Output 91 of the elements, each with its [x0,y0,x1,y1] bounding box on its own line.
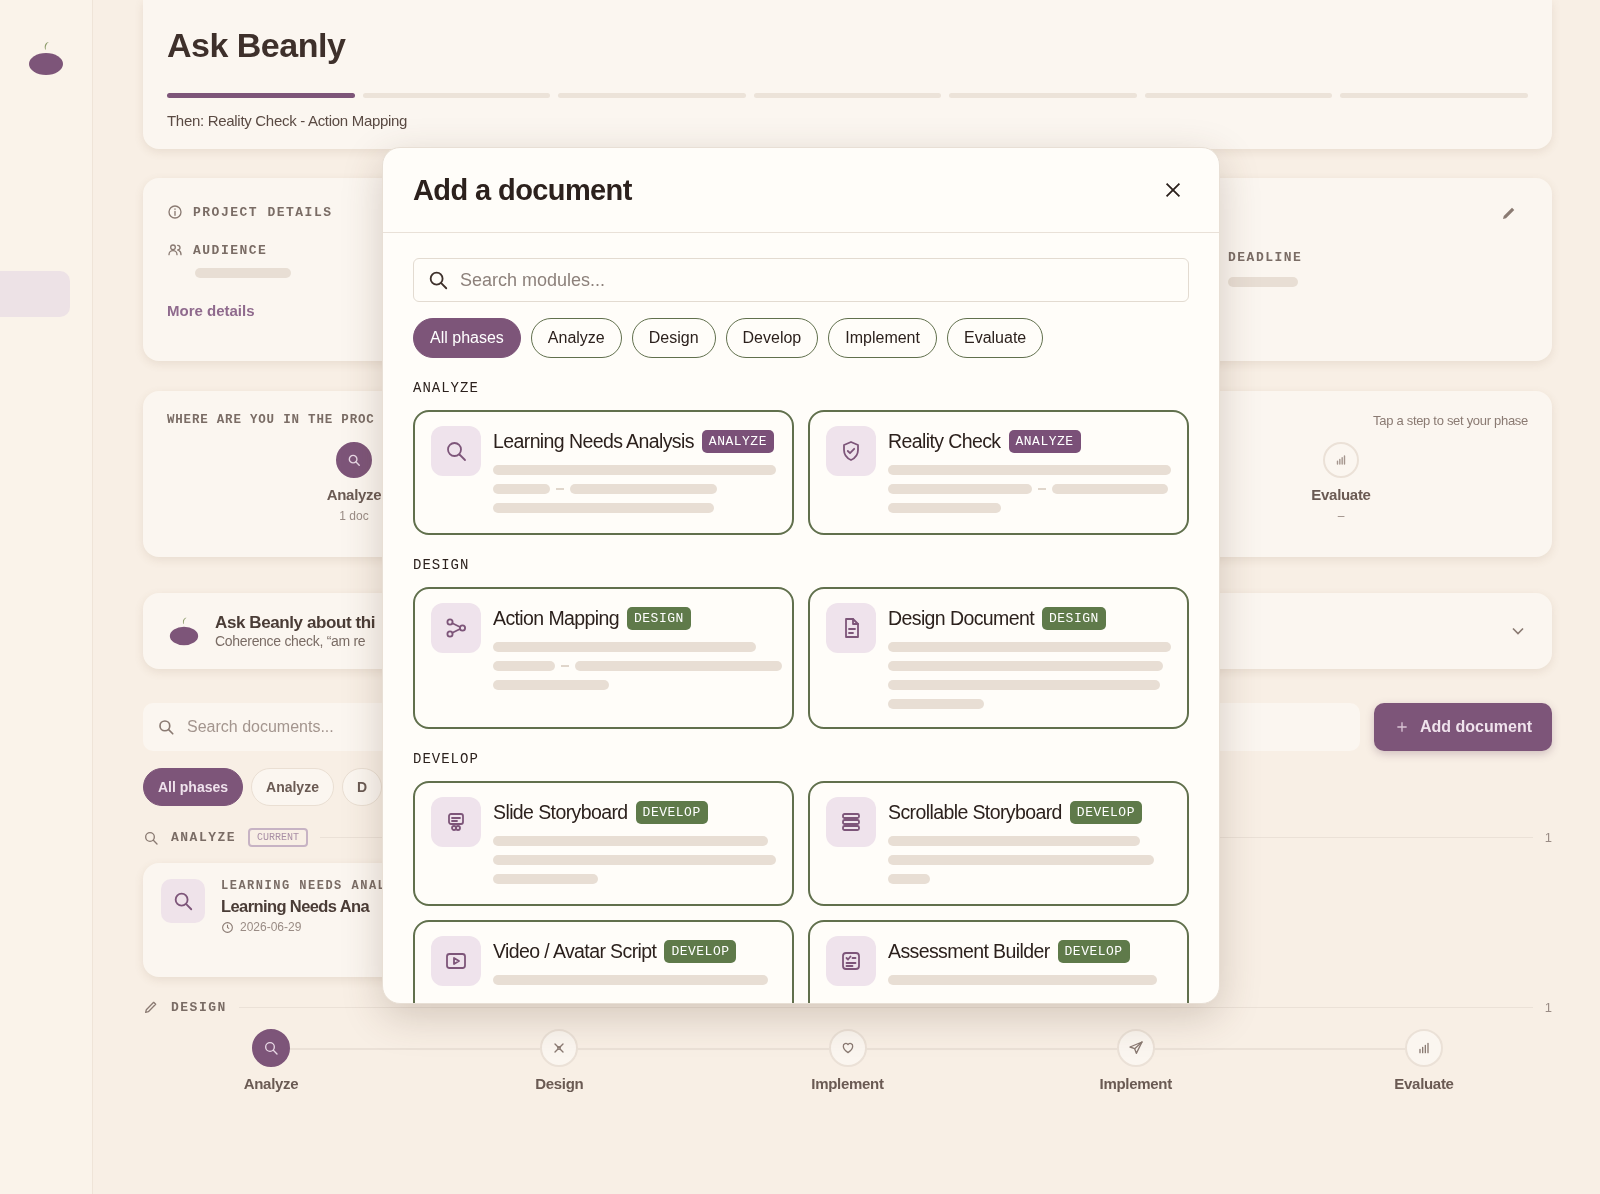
step-label: Design [535,1075,584,1092]
next-steps-text: Then: Reality Check - Action Mapping [167,112,409,129]
info-icon [167,204,183,220]
filter-chip[interactable]: Analyze [530,318,622,358]
module-card[interactable]: Scrollable Storyboard DEVELOP [808,781,1189,906]
more-details-link[interactable]: More details [167,302,333,319]
section-label: WHERE ARE YOU IN THE PROC [167,413,375,428]
section-label: ANALYZE [413,380,480,396]
search-icon [143,829,159,846]
phase-tag: DESIGN [1042,606,1106,630]
document-date: 2026-06-29 [240,920,302,934]
module-card[interactable]: Reality Check ANALYZE [808,410,1189,535]
module-title: Assessment Builder [888,939,1050,963]
module-card[interactable]: Video / Avatar Script DEVELOP [413,920,794,1003]
clock-icon [221,920,234,934]
module-card[interactable]: Assessment Builder DEVELOP [808,920,1189,1003]
step-label: Evaluate [1311,486,1371,503]
filter-chip[interactable]: Design [631,318,716,358]
filter-chip[interactable]: Evaluate [946,318,1044,358]
section-label: PROJECT DETAILS [193,204,333,220]
step-label: Analyze [243,1075,299,1092]
module-card[interactable]: Slide Storyboard DEVELOP [413,781,794,906]
module-card[interactable]: Action Mapping DESIGN [413,587,794,729]
bean-logo-icon [167,616,201,646]
step-count: – [1337,509,1345,523]
search-icon [427,269,449,291]
group-count: 1 [1544,830,1552,845]
skeleton-line [1228,277,1298,287]
section-label: DEVELOP [413,751,480,767]
step-label: Implement [811,1075,884,1092]
step-label: Analyze [326,486,382,503]
field-label: DEADLINE [1228,250,1303,265]
search-icon [347,453,361,467]
hint-text: Tap a step to set your phase [1373,413,1528,428]
search-icon [172,890,194,912]
module-card[interactable]: Learning Needs Analysis ANALYZE [413,410,794,535]
stacked-rows-icon [839,810,863,834]
paper-plane-icon [1127,1040,1144,1056]
module-title: Slide Storyboard [493,800,628,824]
module-title: Action Mapping [493,606,619,630]
group-label: ANALYZE [171,830,237,845]
current-badge: CURRENT [248,828,309,847]
bean-logo-icon[interactable] [26,40,66,76]
step-count: 1 doc [339,509,369,523]
phase-tag: DEVELOP [1057,939,1130,963]
phase-tag: DEVELOP [1069,800,1142,824]
page-title: Ask Beanly [167,26,347,65]
phase-tag: DEVELOP [635,800,708,824]
filter-chip[interactable]: Implement [828,318,937,358]
search-icon [263,1040,279,1056]
phase-tag: DEVELOP [664,939,737,963]
module-title: Learning Needs Analysis [493,429,694,453]
module-title: Reality Check [888,429,1001,453]
timeline-step-node[interactable] [252,1029,290,1067]
filter-chip[interactable]: D [341,768,383,806]
phase-tag: ANALYZE [701,429,774,453]
step-label: Evaluate [1394,1075,1454,1092]
ask-title: Ask Beanly about thi [215,613,376,633]
module-title: Scrollable Storyboard [888,800,1062,824]
module-title: Design Document [888,606,1034,630]
field-label: AUDIENCE [193,242,268,258]
filter-chip[interactable]: All phases [143,768,244,806]
skeleton-line [493,661,556,671]
phase-step-node[interactable] [336,442,372,478]
plus-icon [1394,719,1410,735]
dialog-title: Add a document [413,173,632,207]
filter-chip[interactable]: Develop [725,318,819,358]
phase-tag: ANALYZE [1008,429,1081,453]
step-label: Implement [1099,1075,1172,1092]
ask-subtitle: Coherence check, “am re [215,633,367,649]
connected-nodes-icon [444,616,468,640]
filter-chip[interactable]: All phases [413,318,521,358]
group-count: 1 [1544,999,1552,1015]
add-document-button[interactable]: Add document [1374,703,1552,751]
phase-tag: DESIGN [627,606,691,630]
checklist-icon [839,949,863,973]
document-type: LEARNING NEEDS ANAL [221,879,387,893]
group-label: DESIGN [171,999,227,1015]
people-icon [167,242,183,258]
filter-chip[interactable]: Analyze [251,768,334,806]
module-card[interactable]: Design Document DESIGN [808,587,1189,729]
section-label: DESIGN [413,557,471,573]
document-title: Learning Needs Ana [221,897,371,916]
search-icon [444,439,468,463]
search-icon [157,718,175,736]
bar-chart-icon [1416,1040,1432,1056]
pencil-icon [143,999,159,1015]
bar-chart-icon [1334,453,1348,467]
search-field[interactable]: Search modules... [413,258,1189,302]
skeleton-line [493,484,550,494]
skeleton-line [888,874,931,884]
